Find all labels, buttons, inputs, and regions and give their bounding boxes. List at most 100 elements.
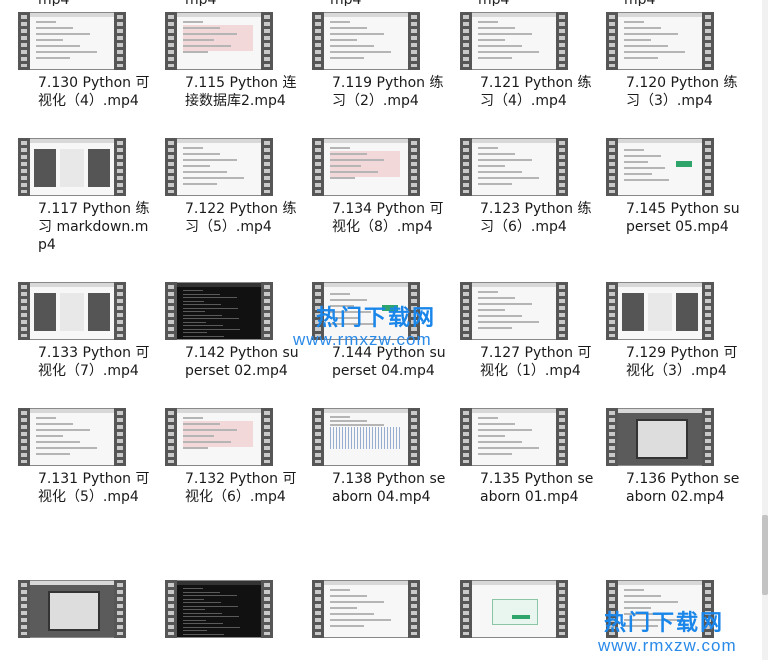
video-frame-preview bbox=[472, 138, 556, 196]
video-thumbnail[interactable] bbox=[606, 12, 714, 70]
film-strip-left-icon bbox=[165, 138, 177, 196]
file-name-label[interactable]: 7.117 Python 练习 markdown.mp4 bbox=[38, 200, 156, 254]
film-strip-right-icon bbox=[114, 138, 126, 196]
video-thumbnail[interactable] bbox=[460, 408, 568, 466]
video-frame-preview bbox=[618, 138, 702, 196]
film-strip-right-icon bbox=[261, 138, 273, 196]
video-thumbnail[interactable] bbox=[18, 138, 126, 196]
watermark-corner-title: 热门下载网 bbox=[604, 610, 725, 635]
file-name-label[interactable]: 7.136 Python seaborn 02.mp4 bbox=[626, 470, 744, 506]
film-strip-right-icon bbox=[114, 282, 126, 340]
video-thumbnail[interactable] bbox=[165, 12, 273, 70]
video-thumbnail[interactable] bbox=[460, 138, 568, 196]
file-name-label[interactable]: 7.123 Python 练习（6）.mp4 bbox=[480, 200, 598, 236]
film-strip-right-icon bbox=[261, 12, 273, 70]
video-thumbnail[interactable] bbox=[312, 138, 420, 196]
video-thumbnail[interactable] bbox=[312, 408, 420, 466]
film-strip-left-icon bbox=[460, 282, 472, 340]
film-strip-right-icon bbox=[114, 580, 126, 638]
film-strip-right-icon bbox=[114, 12, 126, 70]
file-name-label[interactable]: 7.132 Python 可视化（6）.mp4 bbox=[185, 470, 303, 506]
file-name-label[interactable]: 7.119 Python 练习（2）.mp4 bbox=[332, 74, 450, 110]
film-strip-right-icon bbox=[702, 12, 714, 70]
video-frame-preview bbox=[177, 138, 261, 196]
film-strip-left-icon bbox=[312, 138, 324, 196]
video-thumbnail[interactable] bbox=[18, 408, 126, 466]
film-strip-right-icon bbox=[261, 282, 273, 340]
film-strip-right-icon bbox=[408, 12, 420, 70]
file-name-label[interactable]: 7.134 Python 可视化（8）.mp4 bbox=[332, 200, 450, 236]
video-frame-preview bbox=[177, 12, 261, 70]
watermark-url: www.rmxzw.com bbox=[293, 330, 432, 349]
video-thumbnail[interactable] bbox=[312, 12, 420, 70]
video-frame-preview bbox=[30, 408, 114, 466]
file-name-label[interactable]: 7.145 Python superset 05.mp4 bbox=[626, 200, 744, 236]
file-name-label[interactable]: 7.138 Python seaborn 04.mp4 bbox=[332, 470, 450, 506]
file-name-label[interactable]: 7.115 Python 连接数据库2.mp4 bbox=[185, 74, 303, 110]
video-frame-preview bbox=[618, 282, 702, 340]
film-strip-left-icon bbox=[165, 580, 177, 638]
video-thumbnail[interactable] bbox=[460, 282, 568, 340]
video-thumbnail[interactable] bbox=[460, 12, 568, 70]
file-name-label[interactable]: 7.130 Python 可视化（4）.mp4 bbox=[38, 74, 156, 110]
film-strip-right-icon bbox=[556, 12, 568, 70]
file-name-label[interactable]: 7.127 Python 可视化（1）.mp4 bbox=[480, 344, 598, 380]
film-strip-right-icon bbox=[556, 138, 568, 196]
vertical-scrollbar[interactable] bbox=[762, 0, 768, 660]
video-thumbnail[interactable] bbox=[606, 408, 714, 466]
file-name-label[interactable]: 7.142 Python superset 02.mp4 bbox=[185, 344, 303, 380]
video-frame-preview bbox=[177, 282, 261, 340]
video-frame-preview bbox=[472, 408, 556, 466]
file-name-label[interactable]: 7.120 Python 练习（3）.mp4 bbox=[626, 74, 744, 110]
file-name-label[interactable]: 7.131 Python 可视化（5）.mp4 bbox=[38, 470, 156, 506]
video-thumbnail[interactable] bbox=[165, 580, 273, 638]
film-strip-left-icon bbox=[460, 12, 472, 70]
file-name-label[interactable]: 7.121 Python 练习（4）.mp4 bbox=[480, 74, 598, 110]
film-strip-left-icon bbox=[18, 408, 30, 466]
file-name-label[interactable]: 7.129 Python 可视化（3）.mp4 bbox=[626, 344, 744, 380]
previous-row-label-fragment: mp4 bbox=[38, 0, 69, 6]
watermark-title: 热门下载网 bbox=[316, 305, 437, 330]
film-strip-left-icon bbox=[312, 12, 324, 70]
file-name-label[interactable]: 7.135 Python seaborn 01.mp4 bbox=[480, 470, 598, 506]
film-strip-left-icon bbox=[312, 580, 324, 638]
video-thumbnail[interactable] bbox=[18, 580, 126, 638]
watermark-corner: 热门下载网 bbox=[604, 605, 724, 637]
film-strip-right-icon bbox=[556, 282, 568, 340]
video-frame-preview bbox=[30, 12, 114, 70]
video-frame-preview bbox=[618, 12, 702, 70]
video-thumbnail[interactable] bbox=[312, 580, 420, 638]
film-strip-left-icon bbox=[312, 408, 324, 466]
video-frame-preview bbox=[324, 138, 408, 196]
scrollbar-thumb[interactable] bbox=[762, 515, 768, 595]
film-strip-right-icon bbox=[114, 408, 126, 466]
file-name-label[interactable]: 7.122 Python 练习（5）.mp4 bbox=[185, 200, 303, 236]
film-strip-right-icon bbox=[261, 408, 273, 466]
film-strip-right-icon bbox=[261, 580, 273, 638]
watermark-center-url-wrap: www.rmxzw.com bbox=[293, 330, 432, 350]
film-strip-right-icon bbox=[702, 138, 714, 196]
video-frame-preview bbox=[472, 580, 556, 638]
video-thumbnail[interactable] bbox=[606, 282, 714, 340]
video-thumbnail[interactable] bbox=[165, 408, 273, 466]
film-strip-right-icon bbox=[702, 408, 714, 466]
video-thumbnail[interactable] bbox=[460, 580, 568, 638]
film-strip-right-icon bbox=[408, 580, 420, 638]
film-strip-right-icon bbox=[702, 282, 714, 340]
film-strip-left-icon bbox=[606, 138, 618, 196]
video-thumbnail[interactable] bbox=[18, 12, 126, 70]
video-frame-preview bbox=[177, 408, 261, 466]
film-strip-left-icon bbox=[165, 12, 177, 70]
previous-row-label-fragment: mp4 bbox=[330, 0, 361, 6]
watermark-center: 热门下载网 bbox=[316, 300, 436, 332]
film-strip-right-icon bbox=[556, 408, 568, 466]
video-thumbnail[interactable] bbox=[165, 282, 273, 340]
video-thumbnail[interactable] bbox=[165, 138, 273, 196]
film-strip-left-icon bbox=[18, 282, 30, 340]
previous-row-label-fragment: mp4 bbox=[478, 0, 509, 6]
film-strip-left-icon bbox=[165, 408, 177, 466]
video-thumbnail[interactable] bbox=[18, 282, 126, 340]
file-name-label[interactable]: 7.133 Python 可视化（7）.mp4 bbox=[38, 344, 156, 380]
video-thumbnail[interactable] bbox=[606, 138, 714, 196]
video-frame-preview bbox=[618, 408, 702, 466]
